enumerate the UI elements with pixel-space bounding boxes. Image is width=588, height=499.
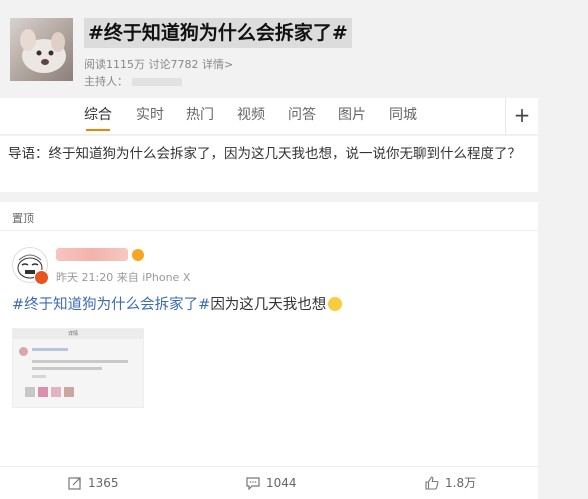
image-line (32, 348, 68, 351)
post-body: 因为这几天我也想 (210, 297, 327, 313)
image-thumb (38, 387, 48, 397)
comment-icon (246, 477, 260, 491)
add-tab-button[interactable]: + (505, 98, 538, 134)
comment-count: 1044 (266, 476, 297, 490)
post-text: #终于知道狗为什么会拆家了#因为这几天我也想 (12, 295, 343, 315)
host-label: 主持人： (84, 75, 128, 88)
username-blurred[interactable] (56, 248, 128, 261)
crown-badge-icon (132, 249, 144, 261)
tab-local[interactable]: 同城 (389, 98, 417, 134)
image-thumb (25, 387, 35, 397)
dog-image-icon (20, 29, 66, 73)
tab-realtime[interactable]: 实时 (136, 98, 164, 134)
image-thumb (64, 387, 74, 397)
post-hashtag[interactable]: #终于知道狗为什么会拆家了# (12, 297, 210, 313)
like-button[interactable]: 1.8万 (425, 467, 476, 499)
topic-intro: 导语：终于知道狗为什么会拆家了，因为这几天我也想，说一说你无聊到什么程度了？ (0, 136, 538, 192)
image-thumb (51, 387, 61, 397)
topic-stats[interactable]: 阅读1115万 讨论7782 详情> (84, 56, 233, 72)
topic-host: 主持人： (84, 73, 182, 89)
image-avatar (19, 347, 28, 356)
tab-hot[interactable]: 热门 (186, 98, 214, 134)
post-image[interactable]: 详情 (12, 328, 144, 408)
intro-text: 导语：终于知道狗为什么会拆家了，因为这几天我也想，说一说你无聊到什么程度了？ (8, 146, 521, 162)
tab-comprehensive[interactable]: 综合 (84, 98, 112, 134)
divider (0, 230, 538, 231)
image-line (32, 367, 102, 370)
thumbs-up-icon (425, 476, 439, 490)
pinned-post: 置顶 昨天 21:20 来自 iPhone X #终于知道狗为什么会拆家了#因为… (0, 202, 538, 498)
comment-button[interactable]: 1044 (246, 467, 297, 499)
topic-header: #终于知道狗为什么会拆家了# 阅读1115万 讨论7782 详情> 主持人： (0, 0, 588, 94)
host-name-blurred[interactable] (132, 78, 182, 86)
topic-title: #终于知道狗为什么会拆家了# (84, 18, 352, 48)
tab-video[interactable]: 视频 (237, 98, 265, 134)
pinned-label: 置顶 (12, 212, 34, 225)
tab-bar: 综合 实时 热门 视频 问答 图片 同城 + (0, 98, 538, 135)
verified-badge-icon (34, 270, 49, 285)
repost-count: 1365 (88, 476, 119, 490)
like-count: 1.8万 (445, 476, 477, 490)
action-bar: 1365 1044 1.8万 (0, 466, 538, 499)
image-line (32, 375, 46, 378)
image-line (32, 360, 128, 363)
grin-emoji-icon (328, 297, 343, 311)
tab-qa[interactable]: 问答 (288, 98, 316, 134)
topic-thumbnail[interactable] (10, 18, 73, 81)
image-title: 详情 (68, 331, 79, 337)
tab-pictures[interactable]: 图片 (338, 98, 366, 134)
repost-icon (68, 477, 81, 490)
page-gutter (538, 98, 588, 498)
post-meta: 昨天 21:20 来自 iPhone X (56, 271, 191, 284)
repost-button[interactable]: 1365 (68, 467, 119, 499)
